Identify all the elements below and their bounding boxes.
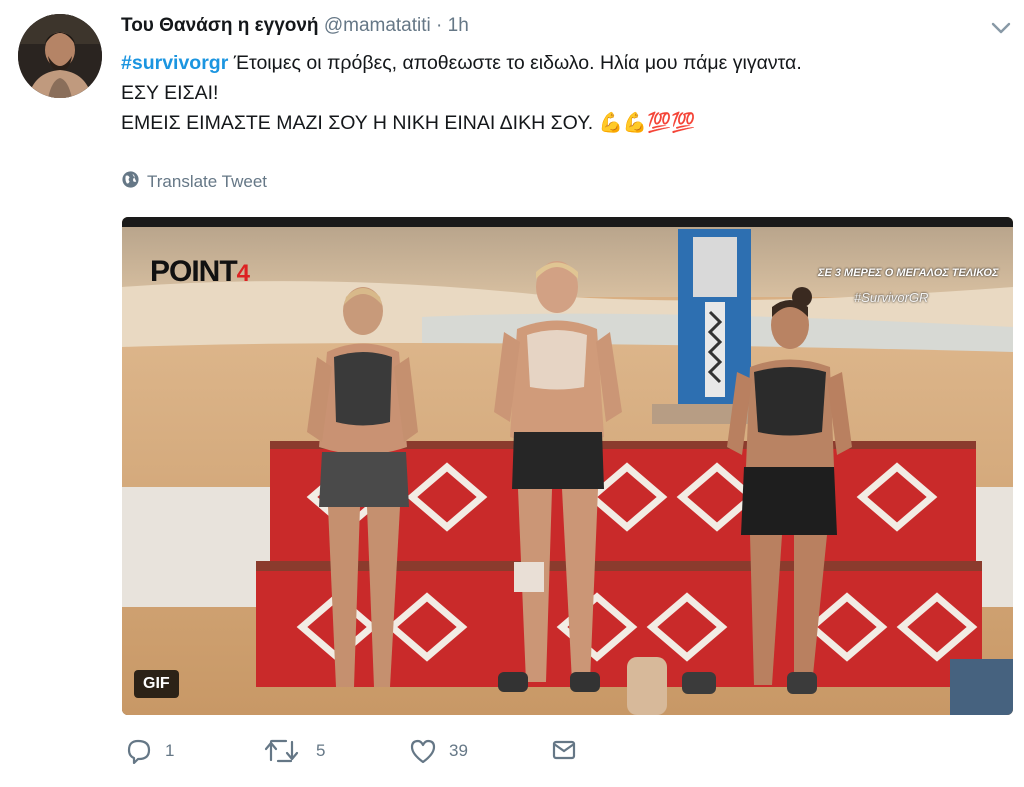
like-button[interactable]: 39 <box>409 738 468 764</box>
hashtag-link[interactable]: #survivorgr <box>121 52 228 74</box>
envelope-icon <box>551 738 577 762</box>
tweet-actions: 1 5 39 <box>0 738 1024 778</box>
reply-button[interactable]: 1 <box>125 738 174 764</box>
tweet-line-1: Έτοιμες οι πρόβες, αποθεωστε το ειδωλο. … <box>228 52 802 74</box>
display-name[interactable]: Του Θανάση η εγγονή <box>121 15 319 36</box>
avatar[interactable] <box>18 14 102 98</box>
gif-badge: GIF <box>134 670 179 698</box>
logo-text: POINT <box>150 255 238 288</box>
separator-dot: · <box>436 15 443 36</box>
tweet-header: Του Θανάση η εγγονή @mamatatiti · 1h <box>121 14 469 38</box>
globe-icon <box>121 170 140 194</box>
user-handle[interactable]: @mamatatiti <box>324 15 431 36</box>
overlay-title: ΣΕ 3 ΜΕΡΕΣ Ο ΜΕΓΑΛΟΣ ΤΕΛΙΚΟΣ <box>818 267 999 279</box>
heart-icon <box>409 738 437 764</box>
translate-label[interactable]: Translate Tweet <box>147 172 267 192</box>
reply-count: 1 <box>165 741 175 760</box>
tweet-line-2: ΕΣΥ ΕΙΣΑΙ! <box>121 82 219 104</box>
retweet-icon <box>262 738 304 764</box>
timestamp[interactable]: 1h <box>448 15 469 36</box>
reply-icon <box>125 738 153 764</box>
chevron-down-icon[interactable] <box>988 18 1014 38</box>
tweet-text: #survivorgr Έτοιμες οι πρόβες, αποθεωστε… <box>121 48 1001 138</box>
translate-tweet-link[interactable]: Translate Tweet <box>121 170 267 194</box>
tweet-line-3: ΕΜΕΙΣ ΕΙΜΑΣΤΕ ΜΑΖΙ ΣΟΥ Η ΝΙΚΗ ΕΙΝΑΙ ΔΙΚΗ… <box>121 112 599 134</box>
overlay-hashtag: #SurvivorGR <box>854 290 929 305</box>
retweet-count: 5 <box>316 741 326 760</box>
point4-logo: POINT4 <box>150 255 250 289</box>
emoji-group: 💪💪💯💯 <box>598 112 696 134</box>
logo-suffix: 4 <box>236 260 250 287</box>
like-count: 39 <box>449 741 468 760</box>
gif-media[interactable]: POINT4 ΣΕ 3 ΜΕΡΕΣ Ο ΜΕΓΑΛΟΣ ΤΕΛΙΚΟΣ #Sur… <box>122 217 1013 715</box>
dm-button[interactable] <box>551 738 577 762</box>
retweet-button[interactable]: 5 <box>262 738 325 764</box>
